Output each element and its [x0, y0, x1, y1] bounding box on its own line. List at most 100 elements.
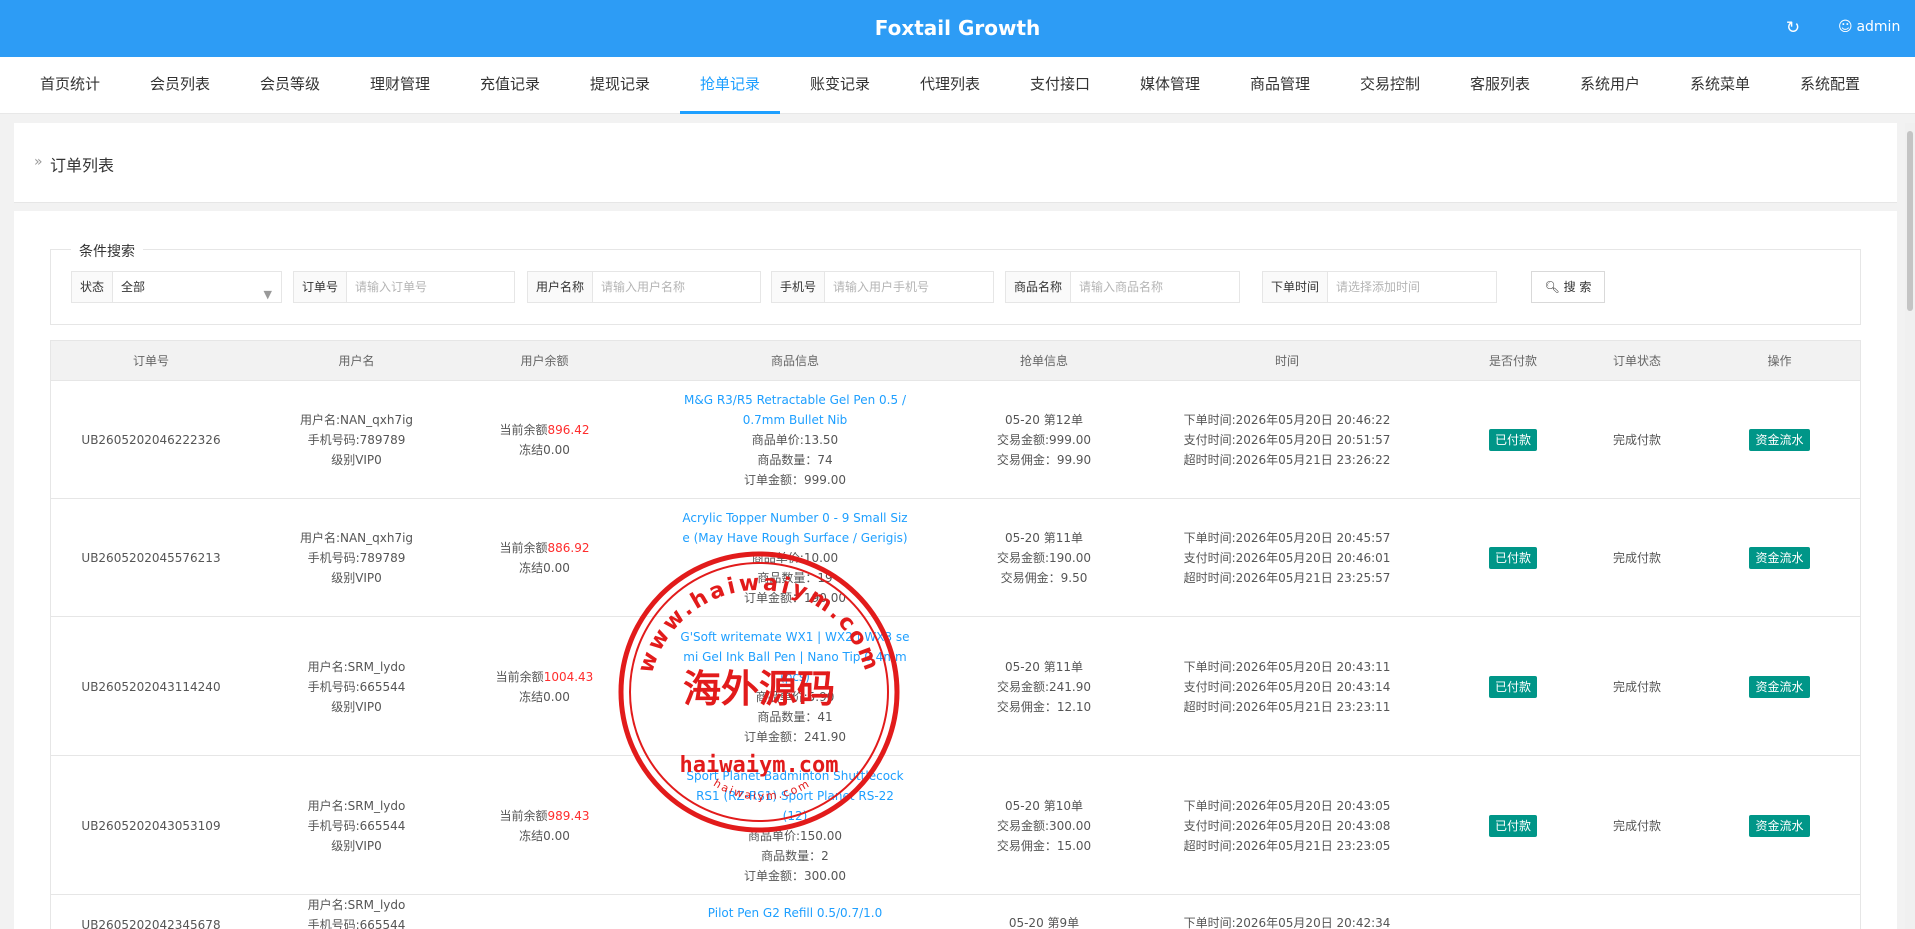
- grab-info-line: 交易金额:999.00: [996, 433, 1092, 447]
- nav-tab[interactable]: 会员等级: [240, 57, 340, 114]
- nav-tab[interactable]: 充值记录: [460, 57, 560, 114]
- product-info-line: 商品单价:13.50: [751, 433, 839, 447]
- order-number-cell: UB2605202043053109: [51, 756, 251, 895]
- product-name-link[interactable]: (12): [783, 806, 808, 826]
- product-cell: M&G R3/R5 Retractable Gel Pen 0.5 /0.7mm…: [627, 381, 963, 499]
- user-line: 用户名:SRM_lydo: [307, 898, 406, 912]
- product-info-line: 订单金额：241.90: [744, 729, 846, 744]
- phone-input[interactable]: [825, 272, 993, 302]
- product-name-link[interactable]: RS1 (RZ-RS1) Sport Planet RS-22: [696, 786, 894, 806]
- nav-tab[interactable]: 首页统计: [20, 57, 120, 114]
- fund-flow-button[interactable]: 资金流水: [1749, 429, 1810, 451]
- balance-label: 当前余额: [499, 808, 548, 823]
- nav-tab[interactable]: 提现记录: [570, 57, 670, 114]
- nav-tab[interactable]: 交易控制: [1340, 57, 1440, 114]
- nav-tab[interactable]: 客服列表: [1450, 57, 1550, 114]
- nav-tab[interactable]: 抢单记录: [680, 57, 780, 114]
- balance-label: 当前余额: [499, 541, 548, 555]
- fund-flow-button[interactable]: 资金流水: [1749, 814, 1810, 837]
- nav-tab[interactable]: 媒体管理: [1120, 57, 1220, 114]
- product-info-line: 商品数量：19: [757, 571, 833, 585]
- time-cell: 下单时间:2026年05月20日 20:43:11 支付时间:2026年05月20…: [1125, 617, 1449, 756]
- product-label: 商品名称: [1006, 272, 1072, 302]
- frozen-amount: 冻结0.00: [519, 561, 570, 575]
- balance-line: 当前余额1004.43: [496, 667, 594, 687]
- product-name-link[interactable]: M&G R3/R5 Retractable Gel Pen 0.5 /: [684, 390, 906, 410]
- user-cell: 用户名:SRM_lydo 手机号码:665544 级别VIP0: [251, 617, 462, 756]
- nav-tab[interactable]: 系统菜单: [1670, 57, 1770, 114]
- paid-cell: 已付款: [1449, 617, 1577, 756]
- column-header: 时间: [1274, 354, 1299, 368]
- frozen-amount: 冻结0.00: [519, 689, 570, 704]
- product-name-link[interactable]: 0.7mm Bullet Nib: [743, 410, 848, 430]
- search-icon: 🔍︎: [1544, 280, 1560, 294]
- page-scrollbar[interactable]: [1905, 123, 1915, 929]
- product-cell: Sport Planet Badminton Shuttlecock RS1 (R…: [627, 756, 963, 895]
- balance-cell: 当前余额989.43 冻结0.00: [462, 756, 627, 895]
- column-header: 用户余额: [520, 354, 569, 368]
- paid-cell: 已付款: [1449, 756, 1577, 895]
- time-filter: 下单时间: [1262, 271, 1497, 303]
- nav-tab[interactable]: 会员列表: [130, 57, 230, 114]
- action-cell: [1697, 895, 1862, 929]
- user-line: 手机号码:789789: [307, 433, 406, 447]
- time-line: 超时时间:2026年05月21日 23:25:57: [1183, 571, 1391, 585]
- time-input[interactable]: [1328, 272, 1496, 302]
- nav-tab[interactable]: 代理列表: [900, 57, 1000, 114]
- balance-line: 当前余额896.42: [499, 420, 589, 440]
- product-name-link[interactable]: G'Soft writemate WX1 | WX2 | WX3 se: [680, 627, 909, 647]
- time-line: 支付时间:2026年05月20日 20:43:14: [1183, 679, 1391, 694]
- product-name-link[interactable]: e (May Have Rough Surface / Gerigis): [682, 528, 907, 548]
- time-line: 超时时间:2026年05月21日 23:26:22: [1183, 453, 1391, 467]
- product-name-link[interactable]: Acrylic Topper Number 0 - 9 Small Siz: [682, 508, 907, 528]
- product-name-link[interactable]: mi Gel Ink Ball Pen | Nano Tip 0.4mm: [683, 647, 906, 667]
- username-input[interactable]: [593, 272, 760, 302]
- user-line: 级别VIP0: [331, 453, 382, 467]
- order-status: 完成付款: [1612, 551, 1661, 565]
- order-filter: 订单号: [293, 271, 515, 303]
- product-info-line: 订单金额：300.00: [744, 868, 846, 883]
- balance-cell: 当前余额1004.43 冻结0.00: [462, 617, 627, 756]
- balance-label: 当前余额: [495, 669, 544, 684]
- product-input[interactable]: [1071, 272, 1239, 302]
- time-line: 下单时间:2026年05月20日 20:46:22: [1183, 413, 1391, 427]
- nav-tab[interactable]: 理财管理: [350, 57, 450, 114]
- user-icon: ☺: [1838, 19, 1853, 35]
- search-button[interactable]: 🔍︎ 搜 索: [1531, 271, 1605, 303]
- product-info-line: 订单金额：999.00: [744, 473, 846, 487]
- action-cell: 资金流水: [1697, 499, 1862, 617]
- user-line: 手机号码:665544: [307, 679, 406, 694]
- nav-tab[interactable]: 支付接口: [1010, 57, 1110, 114]
- nav-tab[interactable]: 系统配置: [1780, 57, 1880, 114]
- time-cell: 下单时间:2026年05月20日 20:43:05 支付时间:2026年05月20…: [1125, 756, 1449, 895]
- refresh-icon[interactable]: ↻: [1782, 17, 1804, 39]
- user-cell: 用户名:NAN_qxh7ig 手机号码:789789 级别VIP0: [251, 499, 462, 617]
- product-name-link[interactable]: Pilot Pen G2 Refill 0.5/0.7/1.0: [708, 903, 882, 923]
- product-name-link[interactable]: Sport Planet Badminton Shuttlecock: [686, 766, 903, 786]
- nav-tab[interactable]: 商品管理: [1230, 57, 1330, 114]
- fund-flow-button[interactable]: 资金流水: [1749, 547, 1810, 569]
- search-panel: 条件搜索 状态 全部 ▼ 订单号 用户名称 手机号 商品名称 下单时间: [50, 241, 1861, 325]
- status-cell: [1577, 895, 1697, 929]
- product-info-line: 商品单价:5.90: [755, 689, 835, 704]
- grab-info-line: 05-20 第10单: [1005, 798, 1083, 813]
- column-header: 用户名: [338, 354, 375, 368]
- nav-tab[interactable]: 账变记录: [790, 57, 890, 114]
- order-input[interactable]: [347, 272, 514, 302]
- action-cell: 资金流水: [1697, 381, 1862, 499]
- grab-info-line: 交易佣金：99.90: [996, 453, 1092, 467]
- user-line: 级别VIP0: [331, 571, 382, 585]
- nav-tab[interactable]: 系统用户: [1560, 57, 1660, 114]
- paid-badge: 已付款: [1488, 814, 1537, 837]
- search-button-label: 搜 索: [1563, 280, 1592, 294]
- column-header: 商品信息: [770, 354, 819, 368]
- scrollbar-thumb[interactable]: [1907, 131, 1913, 311]
- fund-flow-button[interactable]: 资金流水: [1749, 675, 1810, 698]
- user-menu[interactable]: ☺ admin: [1838, 19, 1900, 35]
- product-name-link[interactable]: (pcs): [780, 667, 810, 687]
- order-number-cell: UB2605202043114240: [51, 617, 251, 756]
- status-cell: 完成付款: [1577, 381, 1697, 499]
- time-label: 下单时间: [1263, 272, 1329, 302]
- grab-info-line: 交易金额:300.00: [996, 818, 1092, 833]
- status-select[interactable]: 全部 ▼: [113, 272, 281, 302]
